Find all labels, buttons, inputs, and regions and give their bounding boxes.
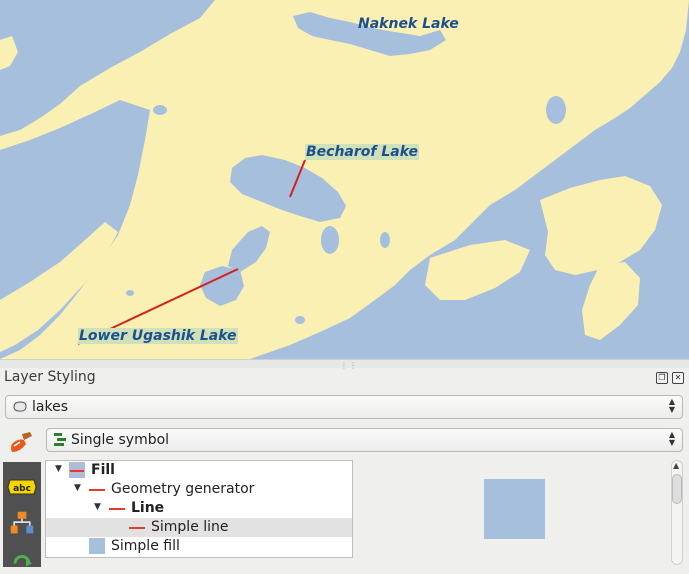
tree-row-label: Line (131, 500, 165, 516)
map-label-naknek-lake: Naknek Lake (358, 16, 459, 32)
polygon-layer-icon (13, 401, 27, 412)
symbol-preview (484, 479, 545, 539)
collapse-arrow-icon[interactable]: ▼ (94, 502, 101, 512)
lake-small-5 (126, 290, 134, 296)
map-label-becharof-lake: Becharof Lake (305, 144, 420, 160)
line-symbol-icon (89, 489, 105, 491)
scrollbar-thumb[interactable] (672, 474, 682, 504)
chevron-updown-icon: ▲ ▼ (668, 397, 675, 414)
tree-row-label: Fill (91, 462, 115, 478)
line-symbol-icon (70, 470, 84, 472)
symbol-layer-tree[interactable]: ▼ Fill ▼ Geometry generator ▼ Line Simpl… (45, 460, 353, 558)
svg-text:abc: abc (13, 484, 31, 494)
layer-select-value: lakes (32, 399, 68, 415)
panel-scrollbar[interactable]: ▲ (671, 460, 683, 565)
paint-brush-icon[interactable] (6, 430, 38, 456)
close-panel-button[interactable]: ✕ (672, 372, 684, 384)
lake-small-6 (295, 316, 305, 324)
tree-row-simple-fill[interactable]: Simple fill (46, 537, 352, 556)
collapse-arrow-icon[interactable]: ▼ (74, 483, 81, 493)
map-label-lower-ugashik-lake: Lower Ugashik Lake (78, 328, 238, 344)
panel-title: Layer Styling (4, 369, 96, 385)
tree-row-label: Simple fill (111, 538, 180, 554)
panel-splitter[interactable]: ⋮⋮ (0, 359, 689, 370)
scroll-up-arrow-icon[interactable]: ▲ (673, 461, 679, 470)
tree-row-simple-line[interactable]: Simple line (46, 518, 352, 537)
float-panel-button[interactable]: ❐ (656, 372, 668, 384)
map-svg (0, 0, 689, 359)
renderer-select[interactable]: Single symbol ▲ ▼ (46, 428, 683, 452)
diagram-icon[interactable] (6, 510, 38, 536)
fill-symbol-icon (89, 538, 105, 554)
layer-select[interactable]: lakes ▲ ▼ (5, 395, 683, 419)
labels-abc-icon[interactable]: abc (6, 474, 38, 500)
lake-small-2 (380, 232, 390, 248)
single-symbol-icon (54, 433, 66, 446)
renderer-select-value: Single symbol (71, 432, 170, 448)
line-symbol-icon (129, 527, 145, 529)
history-icon[interactable] (6, 548, 38, 574)
collapse-arrow-icon[interactable]: ▼ (55, 464, 62, 474)
tree-row-label: Geometry generator (111, 481, 255, 497)
tree-row-geometry-generator[interactable]: ▼ Geometry generator (46, 480, 352, 499)
line-symbol-icon (109, 508, 125, 510)
tree-row-fill[interactable]: ▼ Fill (46, 461, 352, 480)
tree-row-line[interactable]: ▼ Line (46, 499, 352, 518)
splitter-grip: ⋮⋮ (340, 361, 358, 370)
lake-small-1 (321, 226, 339, 254)
map-canvas[interactable]: Naknek Lake Becharof Lake Lower Ugashik … (0, 0, 689, 359)
lake-small-3 (153, 105, 167, 115)
tree-row-label: Simple line (151, 519, 229, 535)
lake-small-4 (546, 96, 566, 124)
chevron-updown-icon: ▲ ▼ (668, 430, 675, 447)
